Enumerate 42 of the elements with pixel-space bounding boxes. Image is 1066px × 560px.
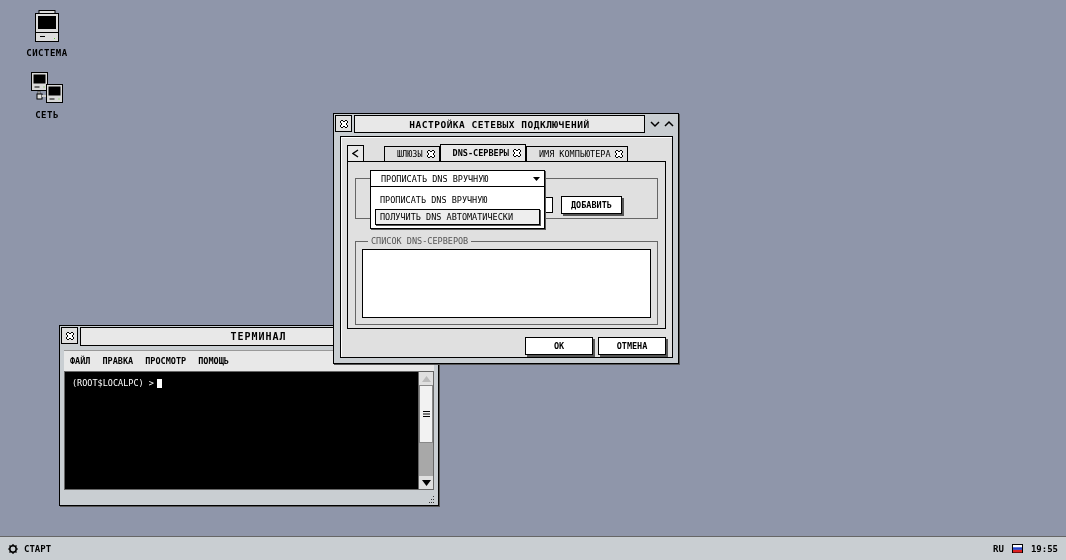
close-icon xyxy=(338,118,349,129)
clock: 19:55 xyxy=(1030,543,1058,554)
close-icon xyxy=(613,149,624,159)
tab[interactable]: ШЛЮЗЫ xyxy=(384,146,440,161)
menu-item[interactable]: ПОМОЩЬ xyxy=(198,356,229,366)
dropdown-option[interactable]: ПРОПИСАТЬ DNS ВРУЧНУЮ xyxy=(375,192,540,208)
menu-item[interactable]: ПРОСМОТР xyxy=(145,356,187,366)
gear-icon xyxy=(8,543,18,554)
close-icon xyxy=(425,149,436,159)
back-tab[interactable] xyxy=(347,145,364,161)
close-icon xyxy=(511,148,522,158)
language-indicator[interactable]: RU xyxy=(993,543,1004,554)
terminal-prompt: (ROOT$LOCALPC) > xyxy=(72,378,154,388)
dns-server-list[interactable] xyxy=(362,249,651,318)
scroll-down-icon[interactable] xyxy=(421,479,431,486)
icon-label: СЕТЬ xyxy=(35,110,59,120)
tab[interactable]: ИМЯ КОМПЬЮТЕРА xyxy=(525,146,628,161)
collapse-icon[interactable] xyxy=(650,120,660,128)
expand-icon[interactable] xyxy=(664,120,674,128)
ok-button[interactable]: ОК xyxy=(525,337,593,355)
cancel-button[interactable]: ОТМЕНА xyxy=(598,337,666,355)
close-button[interactable] xyxy=(335,115,352,132)
resize-grip-icon[interactable] xyxy=(428,496,435,503)
icon-label: СИСТЕМА xyxy=(26,48,68,58)
close-button[interactable] xyxy=(61,327,78,344)
menu-item[interactable]: ПРАВКА xyxy=(102,356,134,366)
text-cursor xyxy=(156,379,162,388)
dropdown-caret-icon xyxy=(533,176,540,181)
tab[interactable]: DNS-СЕРВЕРЫ xyxy=(439,144,526,161)
scrollbar[interactable] xyxy=(418,372,433,489)
network-computers-icon[interactable] xyxy=(31,72,63,104)
scroll-thumb[interactable] xyxy=(419,385,433,443)
close-icon xyxy=(64,330,75,341)
add-button[interactable]: ДОБАВИТЬ xyxy=(561,195,622,214)
group-legend: СПИСОК DNS-СЕРВЕРОВ xyxy=(368,236,472,246)
menu-item[interactable]: ФАЙЛ xyxy=(70,356,91,366)
start-button[interactable]: СТАРТ xyxy=(8,543,52,554)
computer-icon[interactable] xyxy=(35,10,59,42)
window-title: НАСТРОЙКА СЕТЕВЫХ ПОДКЛЮЧЕНИЙ xyxy=(354,115,645,133)
grip-lines-icon xyxy=(422,411,430,417)
flag-icon xyxy=(1011,544,1023,553)
dropdown-option[interactable]: ПОЛУЧИТЬ DNS АВТОМАТИЧЕСКИ xyxy=(375,209,540,225)
